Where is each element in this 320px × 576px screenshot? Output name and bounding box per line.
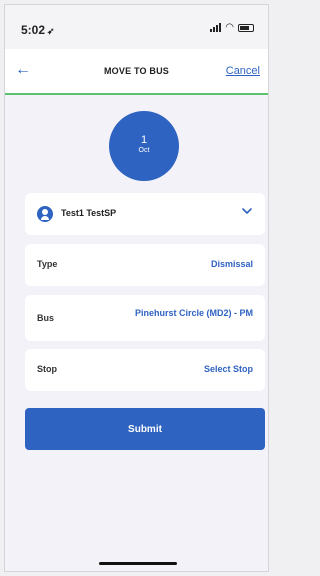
- bus-label: Bus: [37, 313, 55, 323]
- system-icons: ◠: [210, 22, 254, 33]
- select-stop-link[interactable]: Select Stop: [204, 364, 253, 374]
- bus-row[interactable]: Bus Pinehurst Circle (MD2) - PM: [25, 295, 265, 341]
- date-month: Oct: [138, 147, 150, 154]
- bus-value[interactable]: Pinehurst Circle (MD2) - PM: [133, 307, 253, 319]
- header-bar: ← MOVE TO BUS Cancel: [5, 49, 268, 95]
- home-indicator[interactable]: [99, 562, 177, 565]
- stop-row[interactable]: Stop Select Stop: [25, 349, 265, 391]
- stop-label: Stop: [37, 364, 57, 374]
- date-day: 1: [140, 134, 148, 146]
- type-value[interactable]: Dismissal: [211, 259, 253, 269]
- submit-button[interactable]: Submit: [25, 408, 265, 450]
- student-name: Test1 TestSP: [61, 208, 117, 218]
- type-label: Type: [37, 259, 58, 269]
- signal-icon: [210, 23, 222, 32]
- cancel-link[interactable]: Cancel: [226, 65, 260, 77]
- status-time: 5:02 ➶: [21, 23, 55, 37]
- location-icon: ➶: [47, 26, 55, 36]
- chevron-down-icon: [242, 208, 252, 214]
- student-selector[interactable]: Test1 TestSP: [25, 193, 265, 235]
- phone-screen: 5:02 ➶ ◠ ← MOVE TO BUS Cancel 1 Oct Test1…: [4, 4, 269, 572]
- status-bar: 5:02 ➶ ◠: [5, 5, 268, 49]
- wifi-icon: ◠: [225, 22, 234, 33]
- battery-icon: [238, 23, 254, 32]
- person-icon: [37, 206, 53, 222]
- type-row[interactable]: Type Dismissal: [25, 244, 265, 286]
- date-badge: 1 Oct: [109, 111, 179, 181]
